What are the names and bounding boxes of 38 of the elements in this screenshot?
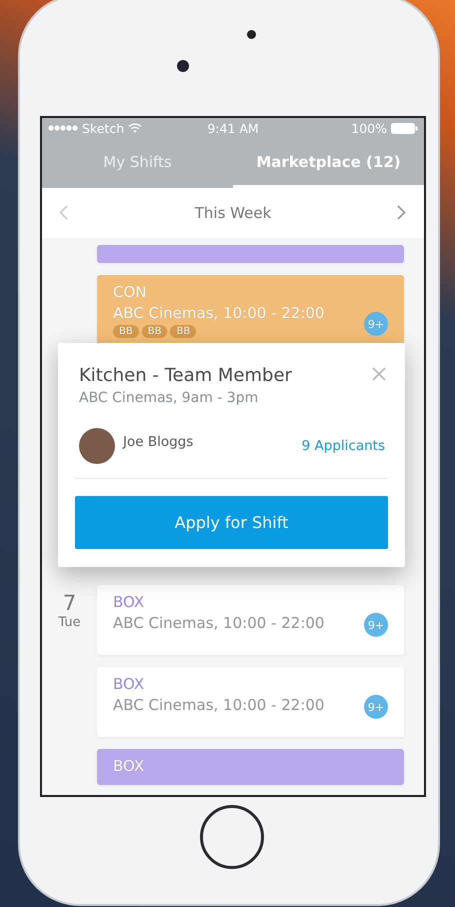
chevron-left-icon[interactable] xyxy=(59,205,68,220)
battery-text: 100% xyxy=(351,120,388,136)
shift-location-time: ABC Cinemas, 10:00 - 22:00 xyxy=(113,304,324,322)
day-number: 7 xyxy=(62,591,76,615)
shift-code: BOX xyxy=(113,675,144,693)
carrier-text: Sketch xyxy=(82,120,124,136)
applicants-link[interactable]: 9 Applicants xyxy=(302,438,385,454)
apply-button[interactable]: Apply for Shift xyxy=(75,496,388,549)
applicant-count-badge: 9+ xyxy=(364,694,388,719)
shift-card[interactable]: BOX ABC Cinemas, 10:00 - 22:00 9+ xyxy=(97,667,404,737)
applicant-count-badge: 9+ xyxy=(364,612,388,637)
shift-code: BOX xyxy=(113,757,144,775)
avatar xyxy=(79,428,115,464)
person-name: Joe Bloggs xyxy=(123,434,194,450)
popup-subtitle: ABC Cinemas, 9am - 3pm xyxy=(79,390,258,406)
camera-icon xyxy=(177,60,189,72)
shift-code: BOX xyxy=(113,593,144,611)
time-text: 9:41 AM xyxy=(207,120,259,136)
shift-card[interactable]: BOX ABC Cinemas, 10:00 - 22:00 9+ xyxy=(97,585,404,655)
battery-icon xyxy=(391,122,418,134)
chevron-right-icon[interactable] xyxy=(397,205,406,220)
weekday-label: Tue xyxy=(58,615,81,630)
signal-icon xyxy=(48,125,78,131)
close-icon[interactable] xyxy=(372,367,386,381)
shift-card[interactable]: BOX xyxy=(97,749,404,785)
popup-title: Kitchen - Team Member xyxy=(79,365,292,386)
wifi-icon xyxy=(128,123,142,133)
tag: BB xyxy=(113,325,139,338)
shift-location-time: ABC Cinemas, 10:00 - 22:00 xyxy=(113,696,324,714)
tag: BB xyxy=(142,325,168,338)
tag: BB xyxy=(170,325,196,338)
shift-card[interactable] xyxy=(97,245,404,263)
speaker-icon xyxy=(247,30,256,39)
applicant-count-badge: 9+ xyxy=(364,312,388,336)
week-title: This Week xyxy=(194,204,272,222)
shift-location-time: ABC Cinemas, 10:00 - 22:00 xyxy=(113,614,324,632)
tab[interactable]: My Shifts xyxy=(42,138,233,188)
shift-code: CON xyxy=(113,283,147,301)
